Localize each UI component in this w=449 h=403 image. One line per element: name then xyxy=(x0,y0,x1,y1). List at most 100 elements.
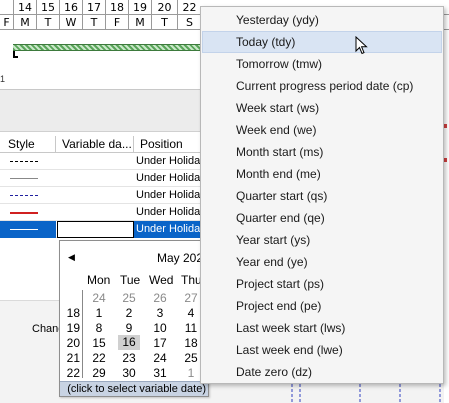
calendar-day[interactable]: 1 xyxy=(180,366,202,380)
calendar-day[interactable]: 1 xyxy=(88,306,110,320)
timescale-weekday-cell: F xyxy=(0,15,13,30)
timescale-day-cell: 15 xyxy=(36,0,59,15)
column-header-variable-date[interactable]: Variable da... xyxy=(56,136,134,153)
weekday-header: Thu xyxy=(181,273,202,287)
calendar-day[interactable]: 31 xyxy=(149,366,171,380)
week-number: 19 xyxy=(66,321,80,335)
menu-item-yesterday[interactable]: Yesterday (ydy) xyxy=(202,9,442,31)
menu-item-date-zero[interactable]: Date zero (dz) xyxy=(202,361,442,383)
calendar-day[interactable]: 9 xyxy=(118,321,140,335)
menu-item-last-week-end[interactable]: Last week end (lwe) xyxy=(202,339,442,361)
week-number: 20 xyxy=(66,336,80,350)
calendar-day[interactable]: 11 xyxy=(180,321,202,335)
menu-item-project-end[interactable]: Project end (pe) xyxy=(202,295,442,317)
menu-item-current-progress-period[interactable]: Current progress period date (cp) xyxy=(202,75,442,97)
bar-start-marker xyxy=(13,51,18,58)
timescale-day-cell: 17 xyxy=(82,0,105,15)
position-cell[interactable]: Under Holiday xyxy=(134,153,210,170)
menu-item-month-end[interactable]: Month end (me) xyxy=(202,163,442,185)
calendar-day[interactable]: 15 xyxy=(88,336,110,350)
timescale-weekday-cell: T xyxy=(82,15,105,30)
timescale-day-cell: 20 xyxy=(151,0,177,15)
menu-item-quarter-end[interactable]: Quarter end (qe) xyxy=(202,207,442,229)
calendar-day[interactable]: 30 xyxy=(118,366,140,380)
table-row[interactable]: Under Holiday xyxy=(0,204,210,221)
timescale-weekday-cell: M xyxy=(13,15,36,30)
menu-item-today[interactable]: Today (tdy) xyxy=(202,31,442,53)
timescale-weekday-cell: M xyxy=(128,15,151,30)
calendar-day[interactable]: 8 xyxy=(88,321,110,335)
calendar-day[interactable]: 18 xyxy=(180,336,202,350)
menu-item-last-week-start[interactable]: Last week start (lws) xyxy=(202,317,442,339)
timescale-day-cell: 18 xyxy=(105,0,128,15)
column-header-style[interactable]: Style xyxy=(0,136,56,153)
style-cell[interactable] xyxy=(0,204,56,221)
select-variable-date-button[interactable]: (click to select variable date) xyxy=(60,381,208,396)
timescale-day-cell: 22 xyxy=(177,0,201,15)
style-cell[interactable] xyxy=(0,153,56,170)
menu-item-tomorrow[interactable]: Tomorrow (tmw) xyxy=(202,53,442,75)
week-number-divider xyxy=(82,290,83,378)
style-cell[interactable] xyxy=(0,187,56,204)
timescale-day-cell xyxy=(0,0,13,15)
date-picker-popup[interactable]: ◀ May 202 Mon Tue Wed Thu 18 19 20 21 22… xyxy=(59,240,209,397)
menu-item-week-start[interactable]: Week start (ws) xyxy=(202,97,442,119)
week-number: 22 xyxy=(66,366,80,380)
table-row[interactable]: Under Holiday xyxy=(0,187,210,204)
gantt-task-bar[interactable] xyxy=(13,44,205,51)
position-cell[interactable]: Under Holiday xyxy=(134,221,210,238)
style-cell[interactable] xyxy=(0,170,56,187)
menu-item-year-end[interactable]: Year end (ye) xyxy=(202,251,442,273)
lines-grid[interactable]: Style Variable da... Position Under Holi… xyxy=(0,136,210,240)
timescale-weekday-cell: F xyxy=(105,15,128,30)
calendar-day[interactable]: 25 xyxy=(118,291,140,305)
timescale-day-cell: 14 xyxy=(13,0,36,15)
calendar-day[interactable]: 17 xyxy=(149,336,171,350)
week-number: 21 xyxy=(66,351,80,365)
table-row-selected[interactable]: Under Holiday xyxy=(0,221,210,238)
menu-item-quarter-start[interactable]: Quarter start (qs) xyxy=(202,185,442,207)
weekday-header: Mon xyxy=(87,273,111,287)
menu-item-project-start[interactable]: Project start (ps) xyxy=(202,273,442,295)
mouse-cursor-icon xyxy=(355,36,368,55)
variable-date-input[interactable] xyxy=(57,221,134,238)
calendar-day[interactable]: 25 xyxy=(180,351,202,365)
menu-item-month-start[interactable]: Month start (ms) xyxy=(202,141,442,163)
gantt-right-edge xyxy=(444,30,449,403)
timescale-day-cell: 16 xyxy=(59,0,82,15)
gantt-red-marker xyxy=(444,158,447,162)
gantt-red-marker xyxy=(444,124,447,128)
calendar-day[interactable]: 10 xyxy=(149,321,171,335)
weekday-header: Tue xyxy=(120,273,141,287)
style-cell[interactable] xyxy=(0,221,56,238)
calendar-day[interactable]: 22 xyxy=(88,351,110,365)
line-style-swatch xyxy=(10,195,38,196)
menu-item-week-end[interactable]: Week end (we) xyxy=(202,119,442,141)
timescale-weekday-cell: S xyxy=(177,15,201,30)
table-row[interactable]: Under Holiday xyxy=(0,153,210,170)
position-cell[interactable]: Under Holiday xyxy=(134,170,210,187)
calendar-day-today[interactable]: 16 xyxy=(118,335,140,350)
calendar-day[interactable]: 23 xyxy=(118,351,140,365)
timescale-weekday-cell: T xyxy=(151,15,177,30)
timescale-weekday-cell: W xyxy=(59,15,82,30)
calendar-day[interactable]: 27 xyxy=(180,291,202,305)
line-style-swatch xyxy=(10,229,38,230)
variable-date-menu[interactable]: Yesterday (ydy) Today (tdy) Tomorrow (tm… xyxy=(200,6,444,384)
position-cell[interactable]: Under Holiday xyxy=(134,204,210,221)
table-row[interactable]: Under Holiday xyxy=(0,170,210,187)
calendar-day[interactable]: 3 xyxy=(149,306,171,320)
line-style-swatch xyxy=(10,161,38,162)
triangle-left-icon[interactable]: ◀ xyxy=(68,252,75,263)
position-cell[interactable]: Under Holiday xyxy=(134,187,210,204)
column-header-position[interactable]: Position xyxy=(134,136,210,153)
calendar-day[interactable]: 4 xyxy=(180,306,202,320)
calendar-day[interactable]: 29 xyxy=(88,366,110,380)
calendar-day[interactable]: 2 xyxy=(118,306,140,320)
calendar-day[interactable]: 24 xyxy=(88,291,110,305)
calendar-month-title[interactable]: May 202 xyxy=(157,251,203,265)
calendar-day[interactable]: 26 xyxy=(149,291,171,305)
calendar-day[interactable]: 24 xyxy=(149,351,171,365)
menu-item-year-start[interactable]: Year start (ys) xyxy=(202,229,442,251)
timescale-weekday-cell: T xyxy=(36,15,59,30)
